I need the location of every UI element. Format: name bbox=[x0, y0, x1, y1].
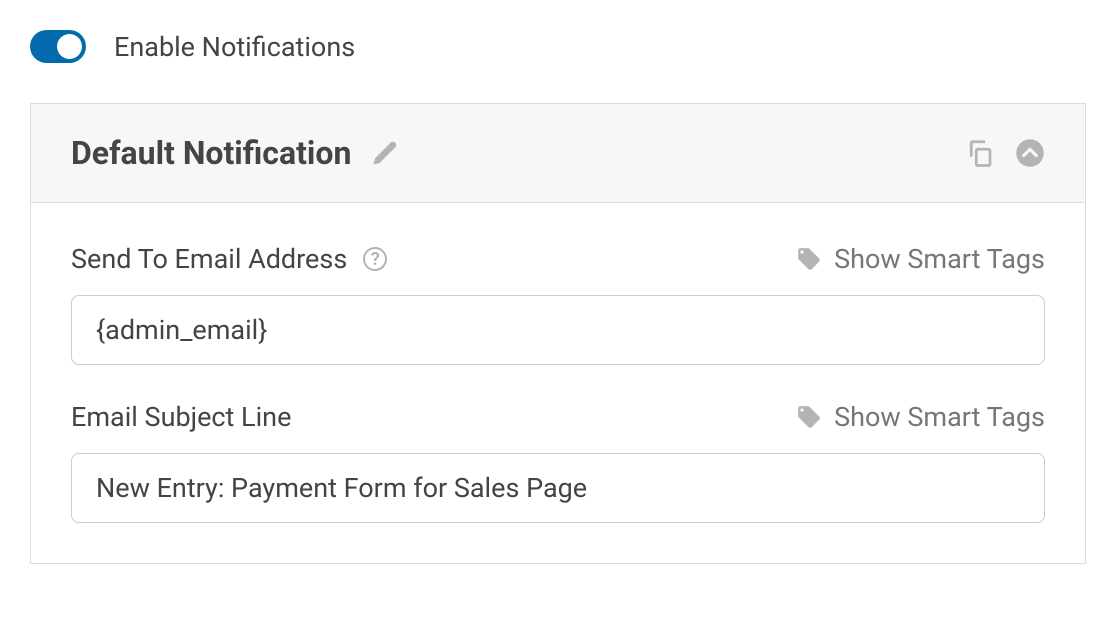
subject-label-wrap: Email Subject Line bbox=[71, 401, 291, 433]
panel-body: Send To Email Address ? Show Smart Tags bbox=[31, 203, 1085, 563]
subject-smart-tags-label: Show Smart Tags bbox=[834, 401, 1045, 433]
panel-title: Default Notification bbox=[71, 134, 351, 172]
toggle-knob bbox=[57, 34, 82, 59]
subject-smart-tags-button[interactable]: Show Smart Tags bbox=[796, 401, 1045, 433]
subject-label: Email Subject Line bbox=[71, 401, 291, 433]
panel-actions bbox=[965, 138, 1045, 168]
subject-field-group: Email Subject Line Show Smart Tags bbox=[71, 401, 1045, 523]
chevron-up-icon[interactable] bbox=[1015, 138, 1045, 168]
panel-title-wrap: Default Notification bbox=[71, 134, 399, 172]
tag-icon bbox=[796, 246, 822, 272]
send-to-smart-tags-label: Show Smart Tags bbox=[834, 243, 1045, 275]
send-to-field-group: Send To Email Address ? Show Smart Tags bbox=[71, 243, 1045, 365]
enable-notifications-row: Enable Notifications bbox=[30, 30, 1086, 63]
edit-icon[interactable] bbox=[371, 139, 399, 167]
help-icon[interactable]: ? bbox=[363, 247, 387, 271]
copy-icon[interactable] bbox=[965, 138, 995, 168]
notification-panel: Default Notification bbox=[30, 103, 1086, 564]
enable-notifications-toggle[interactable] bbox=[30, 30, 86, 63]
enable-notifications-label: Enable Notifications bbox=[114, 31, 355, 63]
subject-field-header: Email Subject Line Show Smart Tags bbox=[71, 401, 1045, 433]
send-to-label-wrap: Send To Email Address ? bbox=[71, 243, 387, 275]
send-to-label: Send To Email Address bbox=[71, 243, 347, 275]
subject-input[interactable] bbox=[71, 453, 1045, 523]
tag-icon bbox=[796, 404, 822, 430]
send-to-smart-tags-button[interactable]: Show Smart Tags bbox=[796, 243, 1045, 275]
panel-header: Default Notification bbox=[31, 104, 1085, 203]
send-to-input[interactable] bbox=[71, 295, 1045, 365]
send-to-field-header: Send To Email Address ? Show Smart Tags bbox=[71, 243, 1045, 275]
